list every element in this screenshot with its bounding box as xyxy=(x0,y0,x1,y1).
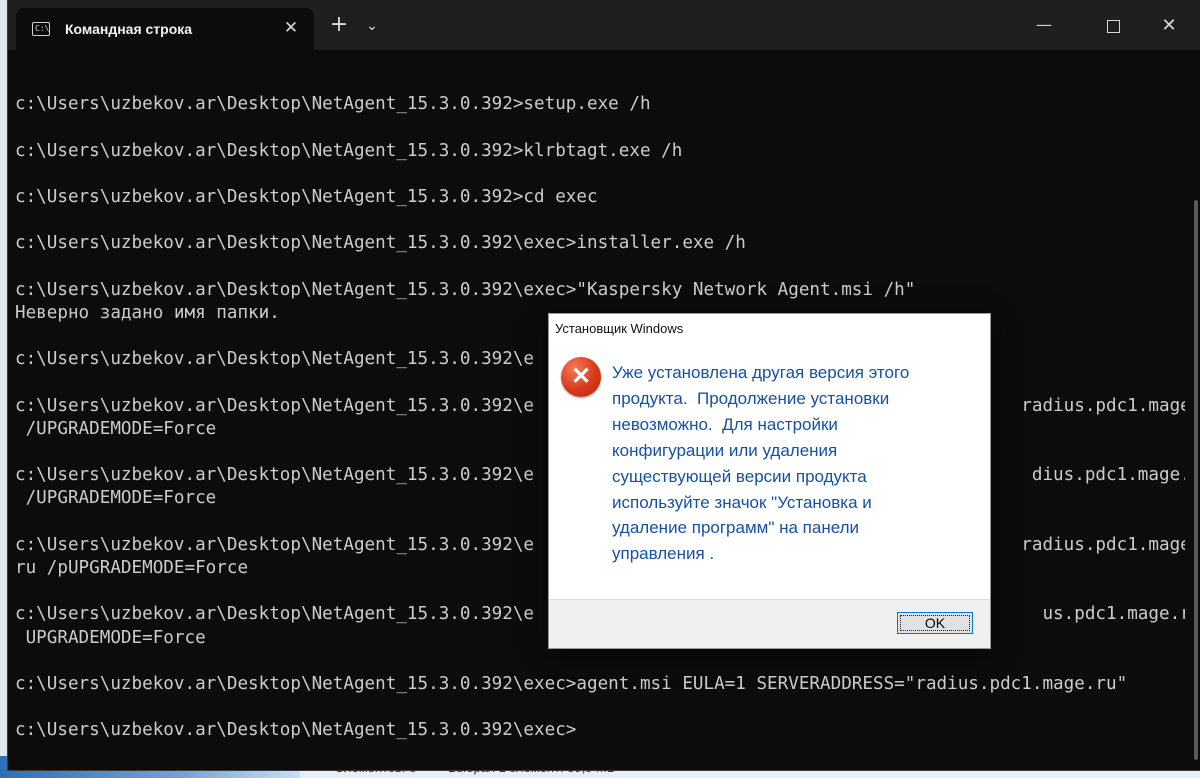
title-bar: C:\ Командная строка ✕ + ⌄ — ✕ xyxy=(8,0,1200,50)
maximize-button[interactable] xyxy=(1090,12,1136,40)
console-line: c:\Users\uzbekov.ar\Desktop\NetAgent_15.… xyxy=(15,233,746,254)
close-window-button[interactable]: ✕ xyxy=(1146,12,1192,40)
dialog-footer: OK xyxy=(549,599,990,648)
console-line: c:\Users\uzbekov.ar\Desktop\NetAgent_15.… xyxy=(15,94,651,115)
console-line: c:\Users\uzbekov.ar\Desktop\NetAgent_15.… xyxy=(15,720,577,741)
installer-error-dialog: Установщик Windows ✕ Уже установлена дру… xyxy=(548,313,991,649)
console-line: c:\Users\uzbekov.ar\Desktop\NetAgent_15.… xyxy=(15,140,683,161)
console-line: c:\Users\uzbekov.ar\Desktop\NetAgent_15.… xyxy=(15,186,598,207)
maximize-icon xyxy=(1107,20,1120,33)
minimize-button[interactable]: — xyxy=(1021,12,1067,40)
scrollbar[interactable] xyxy=(1194,200,1198,760)
tab-close-icon[interactable]: ✕ xyxy=(280,17,302,39)
dialog-title: Установщик Windows xyxy=(555,321,684,336)
console-line: c:\Users\uzbekov.ar\Desktop\NetAgent_15.… xyxy=(15,673,1128,694)
new-tab-button[interactable]: + xyxy=(324,12,354,40)
console-line: c:\Users\uzbekov.ar\Desktop\NetAgent_15.… xyxy=(15,279,916,300)
chevron-down-icon[interactable]: ⌄ xyxy=(360,12,384,40)
tab-command-prompt[interactable]: C:\ Командная строка ✕ xyxy=(16,8,314,50)
ok-button[interactable]: OK xyxy=(897,612,973,634)
error-icon: ✕ xyxy=(561,357,601,397)
dialog-message: Уже установлена другая версия этого прод… xyxy=(612,363,910,564)
cmd-icon: C:\ xyxy=(32,22,50,36)
tab-title: Командная строка xyxy=(65,21,193,37)
